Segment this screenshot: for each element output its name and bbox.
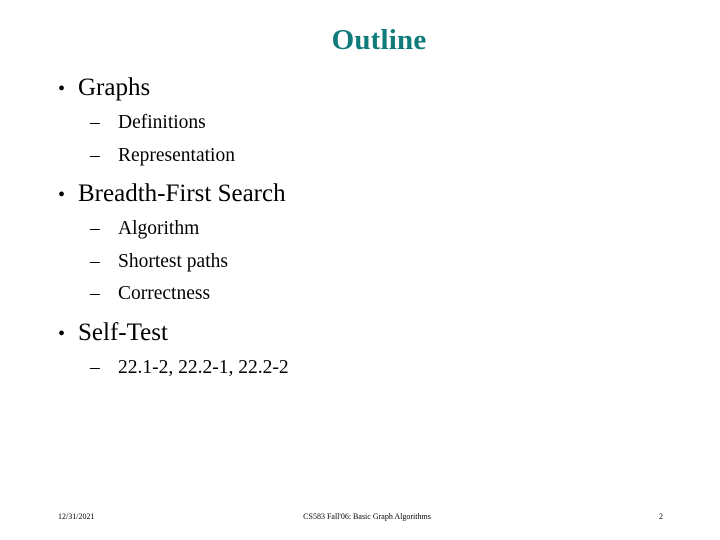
outline-subbullet-exercises[interactable]: – 22.1-2, 22.2-1, 22.2-2 [52,352,672,383]
slide-footer: 12/31/2021 CS583 Fall'06: Basic Graph Al… [0,512,720,530]
outline-subbullet-shortest-paths[interactable]: – Shortest paths [52,246,672,277]
outline-subbullet-label: Correctness [118,283,211,304]
outline-subbullet-algorithm[interactable]: – Algorithm [52,213,672,244]
outline-group: • Self-Test – 22.1-2, 22.2-1, 22.2-2 [52,315,672,383]
outline-subbullet-representation[interactable]: – Representation [52,140,672,171]
footer-page-number: 2 [659,512,663,521]
outline-group: • Breadth-First Search – Algorithm – Sho… [52,176,672,309]
outline-subbullet-label: Shortest paths [118,250,228,272]
outline-subbullet-label: Representation [118,144,235,166]
outline-subbullet-definitions[interactable]: – Definitions [52,107,672,138]
bullet-dot-icon: • [58,78,66,100]
bullet-dot-icon: • [58,184,66,206]
outline-bullet-self-test[interactable]: • Self-Test [52,315,672,349]
dash-icon: – [90,250,100,272]
outline-subbullet-label: Definitions [118,112,206,133]
outline-subbullet-correctness[interactable]: – Correctness [52,278,672,309]
dash-icon: – [90,218,100,239]
slide: Outline • Graphs – Definitions – Represe… [0,0,720,540]
outline-bullet-label: Graphs [78,74,151,101]
dash-icon: – [90,356,100,378]
outline-bullet-label: Self-Test [78,318,168,346]
slide-title-area: Outline [50,18,690,64]
outline-body: • Graphs – Definitions – Representation … [52,70,672,490]
outline-subbullet-label: Algorithm [118,218,200,239]
dash-icon: – [90,112,100,133]
outline-group: • Graphs – Definitions – Representation [52,70,672,170]
outline-bullet-label: Breadth-First Search [78,180,286,207]
dash-icon: – [90,283,100,304]
dash-icon: – [90,144,100,166]
outline-subbullet-label: 22.1-2, 22.2-1, 22.2-2 [118,356,289,378]
page-title: Outline [331,24,427,57]
outline-bullet-graphs[interactable]: • Graphs [52,70,672,104]
bullet-dot-icon: • [58,322,66,345]
footer-course-text: CS583 Fall'06: Basic Graph Algorithms [303,512,431,521]
outline-bullet-breadth-first-search[interactable]: • Breadth-First Search [52,176,672,210]
